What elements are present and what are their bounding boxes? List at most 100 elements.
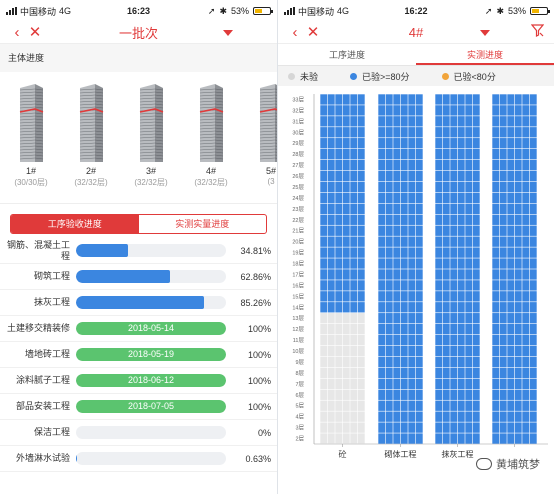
grid-cell[interactable] — [492, 334, 500, 346]
grid-cell[interactable] — [357, 389, 365, 400]
grid-cell[interactable] — [499, 356, 507, 368]
close-icon[interactable]: ✕ — [304, 22, 322, 44]
grid-cell[interactable] — [435, 116, 443, 127]
grid-cell[interactable] — [342, 291, 350, 302]
grid-cell[interactable] — [472, 159, 480, 171]
progress-row[interactable]: 钢筋、混凝土工程 34.81% — [0, 238, 277, 264]
grid-cell[interactable] — [378, 148, 386, 160]
grid-cell[interactable] — [499, 422, 507, 433]
grid-cell[interactable] — [320, 225, 328, 236]
grid-cell[interactable] — [357, 170, 365, 182]
grid-cell[interactable] — [385, 138, 393, 149]
grid-cell[interactable] — [335, 127, 343, 138]
grid-cell[interactable] — [342, 225, 350, 236]
grid-cell[interactable] — [529, 291, 537, 302]
grid-cell[interactable] — [335, 192, 343, 204]
grid-cell[interactable] — [350, 236, 358, 247]
grid-cell[interactable] — [457, 116, 465, 127]
grid-cell[interactable] — [457, 236, 465, 247]
grid-cell[interactable] — [393, 214, 401, 225]
grid-cell[interactable] — [514, 313, 522, 324]
grid-cell[interactable] — [472, 170, 480, 182]
grid-cell[interactable] — [522, 127, 530, 138]
grid-cell[interactable] — [457, 313, 465, 324]
grid-cell[interactable] — [492, 148, 500, 160]
grid-cell[interactable] — [335, 203, 343, 215]
grid-cell[interactable] — [393, 280, 401, 291]
grid-cell[interactable] — [400, 236, 408, 247]
grid-cell[interactable] — [320, 181, 328, 193]
grid-cell[interactable] — [529, 258, 537, 269]
grid-cell[interactable] — [350, 192, 358, 204]
grid-cell[interactable] — [435, 345, 443, 357]
grid-cell[interactable] — [442, 214, 450, 225]
tab-measurement[interactable]: 实测实量进度 — [139, 215, 267, 233]
grid-cell[interactable] — [327, 203, 335, 215]
grid-cell[interactable] — [385, 280, 393, 291]
grid-cell[interactable] — [465, 422, 473, 433]
grid-cell[interactable] — [357, 138, 365, 149]
grid-cell[interactable] — [492, 411, 500, 422]
grid-cell[interactable] — [385, 127, 393, 138]
grid-cell[interactable] — [442, 291, 450, 302]
grid-cell[interactable] — [507, 116, 515, 127]
grid-cell[interactable] — [415, 378, 423, 390]
grid-cell[interactable] — [529, 313, 537, 324]
grid-cell[interactable] — [507, 138, 515, 149]
grid-cell[interactable] — [492, 400, 500, 411]
grid-cell[interactable] — [357, 367, 365, 379]
grid-cell[interactable] — [514, 247, 522, 258]
grid-cell[interactable] — [327, 345, 335, 357]
grid-cell[interactable] — [514, 356, 522, 368]
grid-cell[interactable] — [522, 105, 530, 116]
grid-cell[interactable] — [507, 378, 515, 390]
grid-cell[interactable] — [450, 323, 458, 335]
grid-cell[interactable] — [408, 400, 416, 411]
grid-cell[interactable] — [465, 345, 473, 357]
grid-cell[interactable] — [499, 258, 507, 269]
grid-cell[interactable] — [393, 127, 401, 138]
progress-row[interactable]: 外墙淋水试验 0.63% — [0, 446, 277, 472]
grid-cell[interactable] — [327, 433, 335, 444]
grid-cell[interactable] — [450, 411, 458, 422]
grid-cell[interactable] — [435, 225, 443, 236]
grid-cell[interactable] — [507, 192, 515, 204]
grid-cell[interactable] — [457, 225, 465, 236]
grid-cell[interactable] — [393, 367, 401, 379]
back-icon[interactable]: ‹ — [286, 22, 304, 44]
grid-cell[interactable] — [385, 116, 393, 127]
grid-cell[interactable] — [378, 247, 386, 258]
grid-cell[interactable] — [507, 127, 515, 138]
grid-cell[interactable] — [492, 291, 500, 302]
grid-cell[interactable] — [529, 236, 537, 247]
grid-cell[interactable] — [320, 269, 328, 280]
grid-cell[interactable] — [415, 258, 423, 269]
grid-cell[interactable] — [435, 313, 443, 324]
grid-cell[interactable] — [442, 269, 450, 280]
grid-cell[interactable] — [357, 269, 365, 280]
grid-cell[interactable] — [514, 433, 522, 444]
grid-cell[interactable] — [350, 181, 358, 193]
grid-cell[interactable] — [393, 105, 401, 116]
grid-cell[interactable] — [507, 400, 515, 411]
grid-cell[interactable] — [400, 422, 408, 433]
grid-cell[interactable] — [514, 105, 522, 116]
grid-cell[interactable] — [499, 378, 507, 390]
grid-cell[interactable] — [514, 378, 522, 390]
grid-cell[interactable] — [335, 159, 343, 171]
grid-cell[interactable] — [357, 323, 365, 335]
grid-cell[interactable] — [514, 159, 522, 171]
grid-cell[interactable] — [415, 181, 423, 193]
grid-cell[interactable] — [499, 247, 507, 258]
grid-cell[interactable] — [457, 378, 465, 390]
grid-cell[interactable] — [529, 280, 537, 291]
grid-cell[interactable] — [385, 378, 393, 390]
grid-cell[interactable] — [465, 127, 473, 138]
grid-cell[interactable] — [522, 422, 530, 433]
grid-cell[interactable] — [320, 378, 328, 390]
grid-cell[interactable] — [529, 94, 537, 105]
grid-cell[interactable] — [335, 138, 343, 149]
grid-cell[interactable] — [400, 345, 408, 357]
grid-cell[interactable] — [335, 225, 343, 236]
tab-process-progress[interactable]: 工序进度 — [278, 44, 416, 65]
